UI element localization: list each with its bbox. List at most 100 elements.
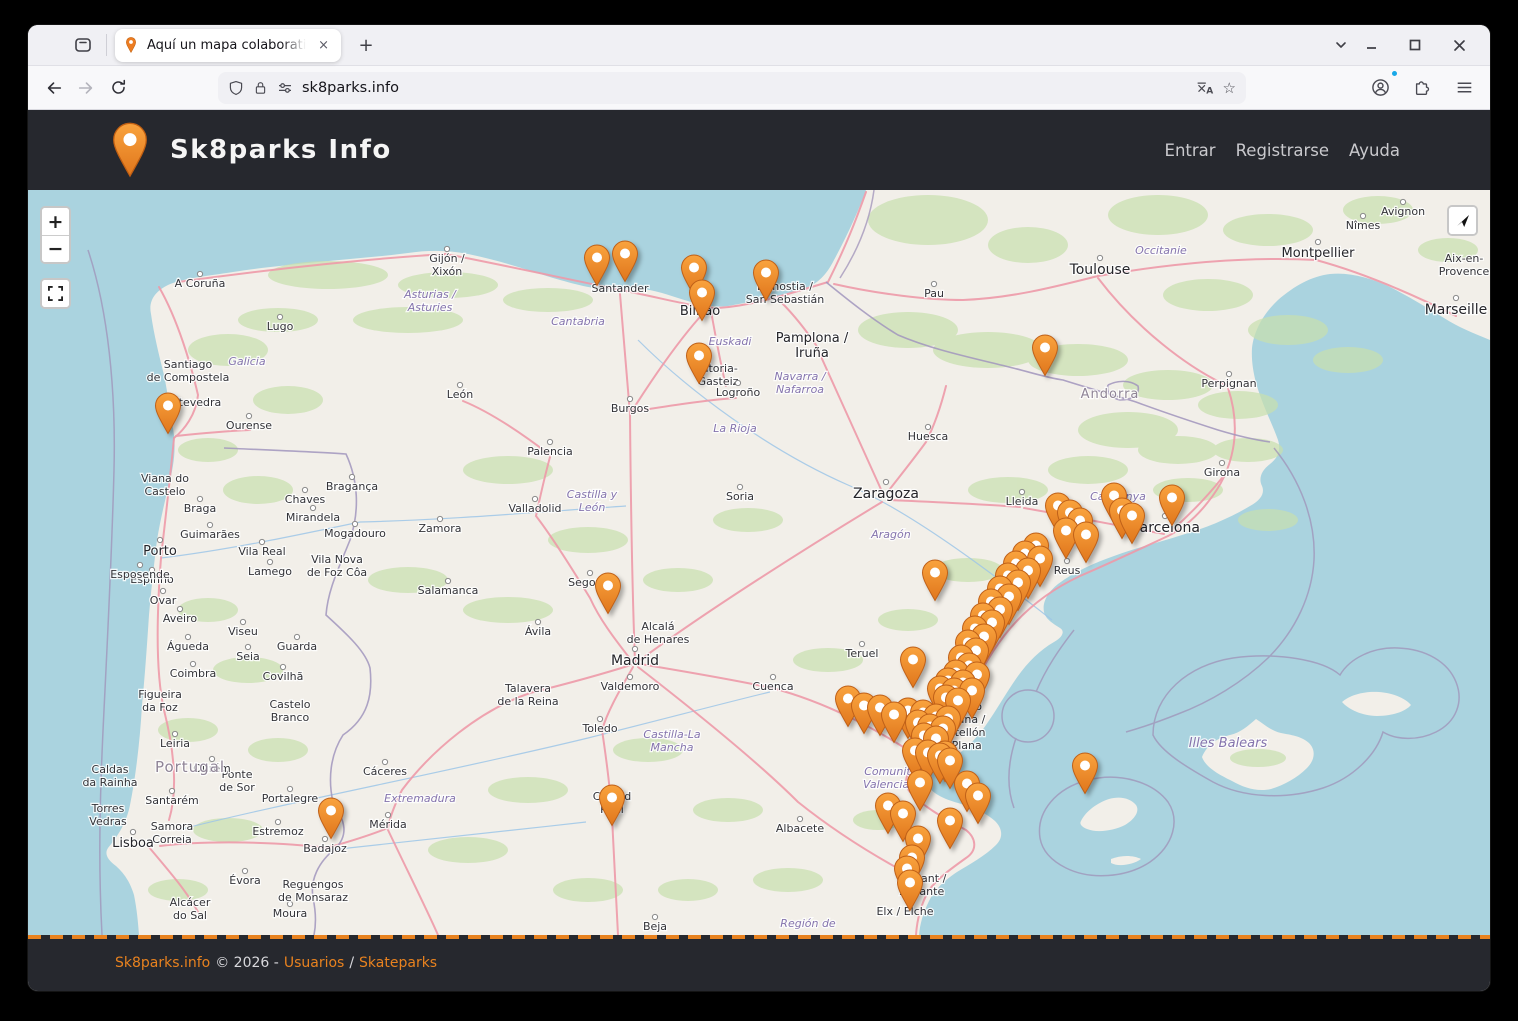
- footer-site-link[interactable]: Sk8parks.info: [115, 955, 210, 971]
- map-label: Galicia: [228, 355, 265, 368]
- map-label: de Compostela: [147, 371, 230, 384]
- map-label: Covilhã: [263, 670, 304, 683]
- map-label: Mirandela: [286, 511, 340, 524]
- map-city-dot: [352, 521, 357, 526]
- map-label: Lisboa: [112, 836, 154, 851]
- bookmark-star-icon[interactable]: ☆: [1223, 79, 1236, 97]
- map-city-dot: [349, 474, 354, 479]
- new-tab-button[interactable]: +: [351, 30, 381, 60]
- map-label: Pamplona /: [776, 331, 849, 346]
- map-city-dot: [437, 516, 442, 521]
- map-city-dot: [137, 562, 142, 567]
- maximize-icon[interactable]: [1400, 30, 1430, 60]
- map-label: Asturies: [407, 301, 453, 314]
- map-label: Santander: [592, 282, 649, 295]
- map-label: Correia: [152, 833, 192, 846]
- map-city-dot: [245, 644, 250, 649]
- map-label: Madrid: [611, 653, 659, 669]
- map-label: Alcácer: [170, 896, 211, 909]
- map-city-dot: [246, 413, 251, 418]
- map-label: de Henares: [627, 633, 690, 646]
- permissions-icon[interactable]: [277, 80, 293, 96]
- lock-icon[interactable]: [253, 80, 268, 95]
- nav-registrarse[interactable]: Registrarse: [1236, 141, 1329, 160]
- map-label: Albacete: [776, 822, 824, 835]
- map-label: Águeda: [167, 640, 209, 653]
- fullscreen-button[interactable]: [42, 280, 69, 307]
- map-label: Vila Nova: [311, 553, 363, 566]
- menu-hamburger-icon[interactable]: [1448, 72, 1480, 104]
- map-label: Figueira: [138, 688, 182, 701]
- browser-tab[interactable]: Aquí un mapa colaborativo de skateparks …: [115, 29, 341, 62]
- url-bar[interactable]: sk8parks.info A ☆: [218, 72, 1246, 104]
- map-label: Valdemoro: [601, 680, 660, 693]
- map-city-dot: [1219, 460, 1224, 465]
- map-label: Lleida: [1006, 495, 1039, 508]
- footer-skateparks-link[interactable]: Skateparks: [359, 955, 437, 971]
- forward-icon[interactable]: [70, 72, 102, 104]
- map-city-dot: [735, 380, 740, 385]
- map-label: Avignon: [1381, 205, 1425, 218]
- extensions-puzzle-icon[interactable]: [1406, 72, 1438, 104]
- map-city-dot: [177, 606, 182, 611]
- firefox-view-icon[interactable]: [68, 30, 98, 60]
- footer-users-link[interactable]: Usuarios: [284, 955, 345, 971]
- map-label: Navarra /: [774, 370, 827, 383]
- reload-icon[interactable]: [102, 72, 134, 104]
- map-city-dot: [1097, 255, 1102, 260]
- map-label: da Foz: [142, 701, 178, 714]
- back-icon[interactable]: [38, 72, 70, 104]
- locate-button[interactable]: [1449, 207, 1476, 234]
- shield-icon[interactable]: [228, 80, 244, 96]
- map-label: Caldas: [92, 763, 129, 776]
- site-logo-pin-icon: [112, 122, 148, 178]
- toolbar-right-icons: [1364, 72, 1480, 104]
- tab-close-icon[interactable]: ×: [314, 36, 333, 55]
- map-label: Leiria: [160, 737, 190, 750]
- account-icon[interactable]: [1364, 72, 1396, 104]
- map-label: Torres: [91, 802, 125, 815]
- map-city-dot: [859, 641, 864, 646]
- tab-bar: Aquí un mapa colaborativo de skateparks …: [28, 25, 1490, 66]
- translate-icon[interactable]: A: [1196, 80, 1214, 96]
- map-label: de Sor: [219, 781, 255, 794]
- map-label: Esposende: [110, 568, 170, 581]
- site-nav: Entrar Registrarse Ayuda: [1165, 141, 1400, 160]
- map-city-dot: [130, 829, 135, 834]
- tab-favicon-pin-icon: [123, 37, 139, 53]
- map-label: Burgos: [611, 402, 650, 415]
- map-city-dot: [770, 674, 775, 679]
- map-label: Nîmes: [1346, 219, 1381, 232]
- map-city-dot: [883, 479, 888, 484]
- map-label: de Monsaraz: [278, 891, 348, 904]
- map-label: Gijón /: [429, 252, 465, 265]
- map-city-dot: [259, 539, 264, 544]
- url-text[interactable]: sk8parks.info: [302, 80, 1187, 96]
- close-window-icon[interactable]: [1444, 30, 1474, 60]
- map-label: Coimbra: [170, 667, 216, 680]
- map-city-dot: [322, 836, 327, 841]
- minimize-icon[interactable]: [1356, 30, 1386, 60]
- map-label: Toledo: [581, 722, 617, 735]
- map-label: Portalegre: [262, 792, 319, 805]
- nav-ayuda[interactable]: Ayuda: [1349, 141, 1400, 160]
- map-label: Portugal: [155, 758, 225, 776]
- map-label: Porto: [143, 544, 177, 559]
- map-label: Badajoz: [303, 842, 347, 855]
- map-city-dot: [1360, 213, 1365, 218]
- map-city-dot: [275, 819, 280, 824]
- map-city-dot: [1019, 489, 1024, 494]
- map-label: de la Reina: [497, 695, 558, 708]
- map-city-dot: [242, 868, 247, 873]
- map-city-dot: [302, 487, 307, 492]
- zoom-out-button[interactable]: −: [42, 235, 69, 262]
- map[interactable]: A CoruñaSantiagode CompostelaPontevedraO…: [28, 190, 1490, 935]
- map-label: Branco: [271, 711, 310, 724]
- map-city-dot: [385, 812, 390, 817]
- map-label: Huesca: [908, 430, 949, 443]
- zoom-in-button[interactable]: +: [42, 208, 69, 235]
- nav-entrar[interactable]: Entrar: [1165, 141, 1216, 160]
- list-tabs-chevron-icon[interactable]: [1326, 30, 1356, 60]
- map-city-dot: [157, 537, 162, 542]
- map-city-dot: [1064, 558, 1069, 563]
